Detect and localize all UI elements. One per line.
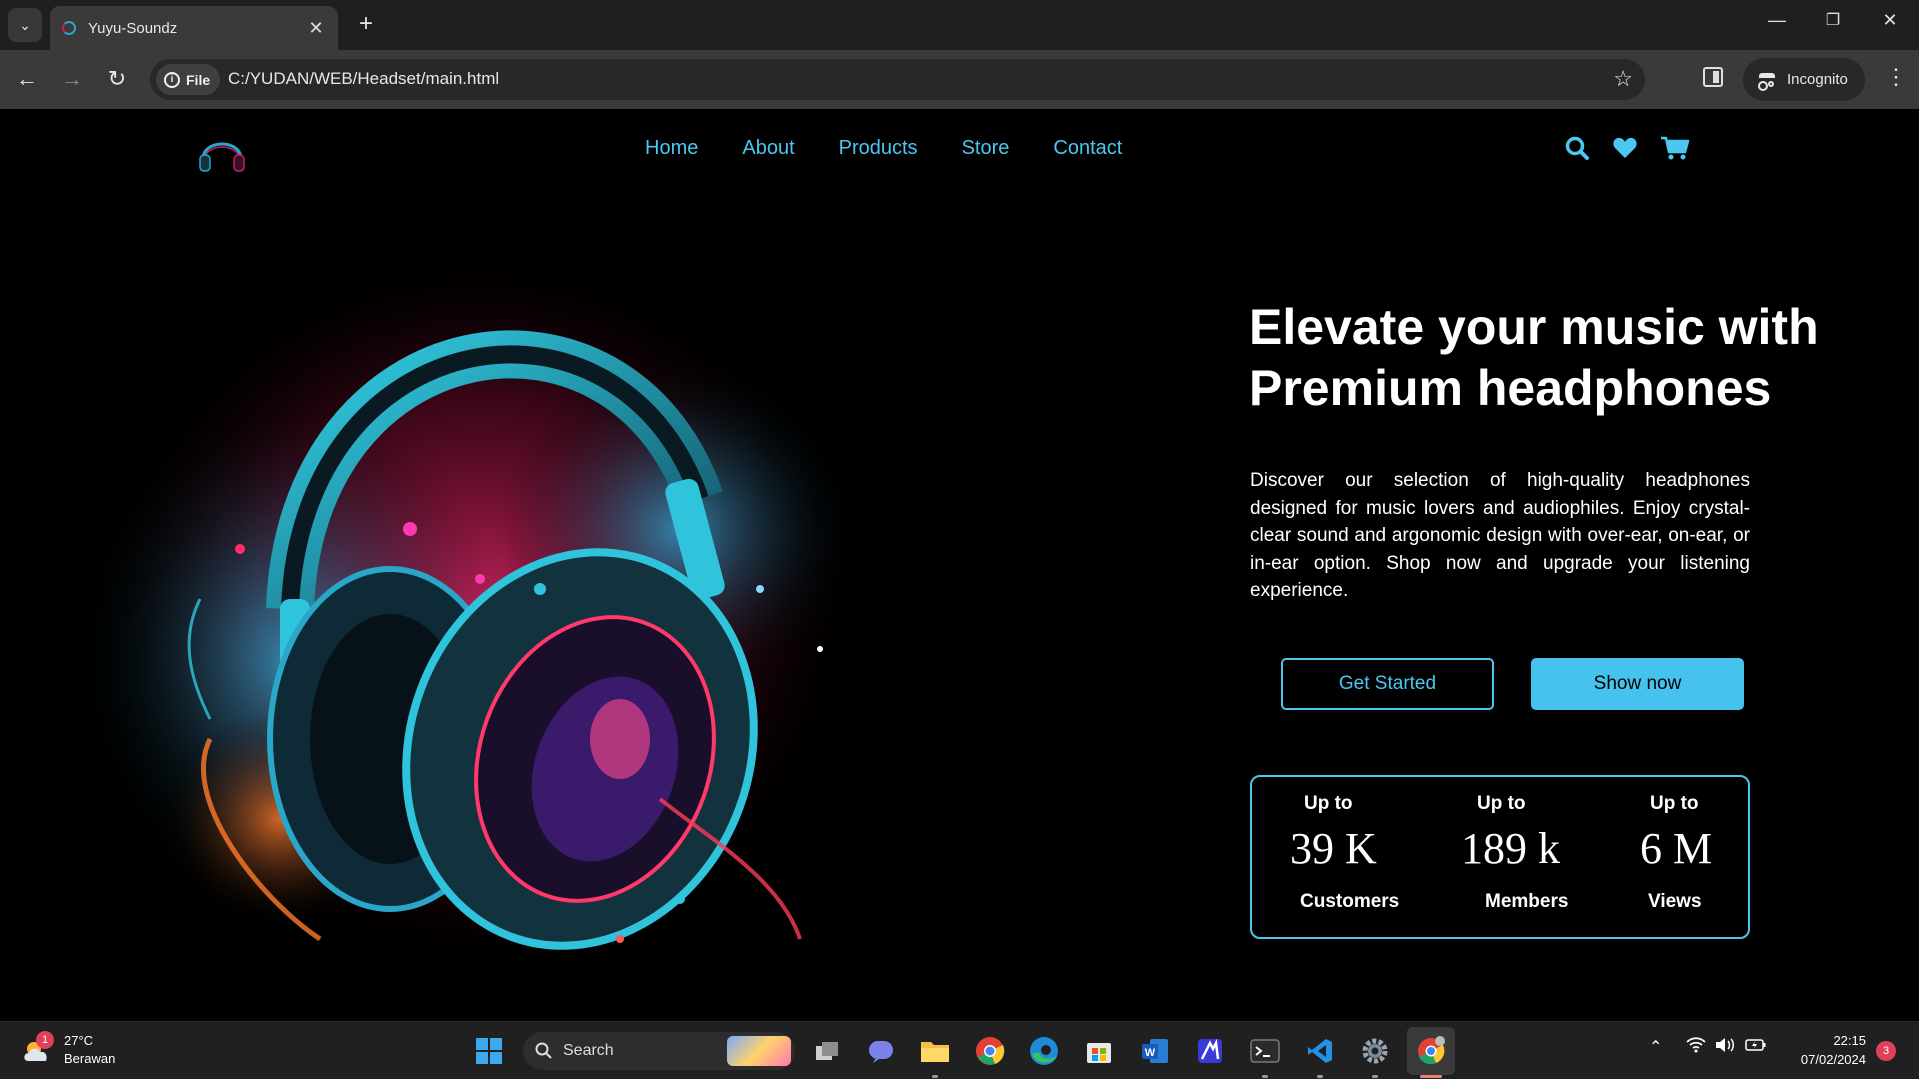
address-bar[interactable]: i File C:/YUDAN/WEB/Headset/main.html ☆ xyxy=(150,59,1645,100)
headphones-hero-image xyxy=(70,249,860,969)
nav-products[interactable]: Products xyxy=(839,137,918,160)
new-tab-button[interactable]: + xyxy=(353,11,379,37)
browser-tab[interactable]: Yuyu-Soundz ✕ xyxy=(50,6,338,50)
browser-toolbar: ← → ↻ i File C:/YUDAN/WEB/Headset/main.h… xyxy=(0,50,1919,109)
security-chip-label: File xyxy=(186,71,211,88)
chrome-incognito-icon[interactable] xyxy=(1412,1032,1450,1070)
main-nav: Home About Products Store Contact xyxy=(645,137,1122,160)
active-indicator xyxy=(1420,1075,1442,1078)
forward-button[interactable]: → xyxy=(56,63,88,95)
stats-panel: Up to 39 K Customers Up to 189 k Members… xyxy=(1250,775,1750,939)
app-icon[interactable] xyxy=(1191,1032,1229,1070)
settings-gear-icon[interactable] xyxy=(1356,1032,1394,1070)
teams-chat-icon[interactable] xyxy=(862,1032,900,1070)
menu-kebab-icon[interactable]: ⋮ xyxy=(1885,64,1907,90)
arrow-right-icon: → xyxy=(61,66,83,91)
running-indicator xyxy=(1317,1075,1323,1078)
svg-text:W: W xyxy=(1145,1047,1156,1059)
running-indicator xyxy=(932,1075,938,1078)
running-indicator xyxy=(1262,1075,1268,1078)
vscode-icon[interactable] xyxy=(1301,1032,1339,1070)
nav-contact[interactable]: Contact xyxy=(1053,137,1122,160)
reload-button[interactable]: ↻ xyxy=(101,63,133,95)
edge-icon[interactable] xyxy=(1025,1032,1063,1070)
url-text[interactable]: C:/YUDAN/WEB/Headset/main.html xyxy=(228,69,499,89)
incognito-label: Incognito xyxy=(1787,71,1848,88)
nav-about[interactable]: About xyxy=(742,137,794,160)
nav-home[interactable]: Home xyxy=(645,137,698,160)
stat-value: 6 M xyxy=(1640,824,1713,873)
chrome-icon[interactable] xyxy=(971,1032,1009,1070)
close-window-button[interactable]: ✕ xyxy=(1875,10,1905,31)
hero-description: Discover our selection of high-quality h… xyxy=(1250,470,1750,601)
windows-icon xyxy=(476,1038,502,1064)
clock-time: 22:15 xyxy=(1833,1033,1866,1048)
bookmark-star-icon[interactable]: ☆ xyxy=(1613,66,1633,92)
tab-title: Yuyu-Soundz xyxy=(88,19,178,37)
weather-temp: 27°C xyxy=(64,1033,94,1048)
heart-icon[interactable] xyxy=(1612,136,1638,165)
stat-value: 189 k xyxy=(1461,824,1560,873)
taskbar-search[interactable]: Search xyxy=(523,1032,795,1070)
back-button[interactable]: ← xyxy=(11,63,43,95)
stat-label: Views xyxy=(1648,891,1702,912)
stat-prefix: Up to xyxy=(1304,793,1353,814)
start-button[interactable] xyxy=(470,1032,508,1070)
site-info-chip[interactable]: i File xyxy=(156,64,221,95)
headphones-logo[interactable] xyxy=(197,129,247,175)
tab-search-button[interactable]: ⌄ xyxy=(8,8,42,42)
web-page: Home About Products Store Contact Elevat… xyxy=(0,109,1919,1021)
battery-icon[interactable] xyxy=(1745,1037,1767,1058)
stat-label: Customers xyxy=(1300,891,1400,912)
cart-icon[interactable] xyxy=(1660,135,1690,166)
microsoft-store-icon[interactable] xyxy=(1080,1032,1118,1070)
stat-prefix: Up to xyxy=(1650,793,1699,814)
terminal-icon[interactable] xyxy=(1246,1032,1284,1070)
header-actions xyxy=(1564,135,1690,166)
info-icon: i xyxy=(164,71,180,88)
chevron-down-icon: ⌄ xyxy=(19,16,31,33)
restore-button[interactable]: ❐ xyxy=(1818,10,1848,30)
incognito-icon xyxy=(1757,72,1777,91)
word-icon[interactable]: W xyxy=(1136,1032,1174,1070)
search-highlight-image xyxy=(727,1036,791,1066)
side-panel-icon[interactable] xyxy=(1703,67,1723,87)
stat-label: Members xyxy=(1485,891,1569,912)
taskbar-search-label: Search xyxy=(563,1042,614,1059)
chevron-up-icon[interactable]: ⌃ xyxy=(1649,1037,1662,1057)
arrow-left-icon: ← xyxy=(16,66,38,91)
browser-tabbar: ⌄ Yuyu-Soundz ✕ + — ❐ ✕ xyxy=(0,0,1919,50)
stat-prefix: Up to xyxy=(1477,793,1526,814)
minimize-button[interactable]: — xyxy=(1762,10,1792,31)
show-now-button[interactable]: Show now xyxy=(1531,658,1744,710)
stat-value: 39 K xyxy=(1290,824,1377,873)
favicon-icon xyxy=(62,21,76,35)
incognito-indicator[interactable]: Incognito xyxy=(1743,58,1865,101)
search-icon xyxy=(535,1042,552,1059)
weather-desc: Berawan xyxy=(64,1051,116,1066)
nav-store[interactable]: Store xyxy=(962,137,1010,160)
system-clock[interactable]: 22:15 07/02/2024 xyxy=(1788,1031,1866,1069)
get-started-button[interactable]: Get Started xyxy=(1281,658,1494,710)
file-explorer-icon[interactable] xyxy=(916,1032,954,1070)
weather-badge: 1 xyxy=(36,1031,54,1049)
weather-widget[interactable]: 1 27°C Berawan xyxy=(22,1031,116,1068)
hero-headline: Elevate your music with Premium headphon… xyxy=(1249,299,1819,416)
wifi-icon[interactable] xyxy=(1686,1037,1706,1058)
running-indicator xyxy=(1372,1075,1378,1078)
notification-badge[interactable]: 3 xyxy=(1876,1041,1896,1061)
reload-icon: ↻ xyxy=(107,66,127,91)
volume-icon[interactable] xyxy=(1715,1037,1735,1058)
clock-date: 07/02/2024 xyxy=(1800,1052,1866,1067)
task-view-icon[interactable] xyxy=(808,1032,846,1070)
windows-taskbar: 1 27°C Berawan Search W ⌃ 22:15 07/02/20… xyxy=(0,1021,1919,1079)
cloud-sun-icon: 1 xyxy=(22,1031,56,1065)
tab-close-icon[interactable]: ✕ xyxy=(306,18,326,39)
search-icon[interactable] xyxy=(1564,135,1590,166)
